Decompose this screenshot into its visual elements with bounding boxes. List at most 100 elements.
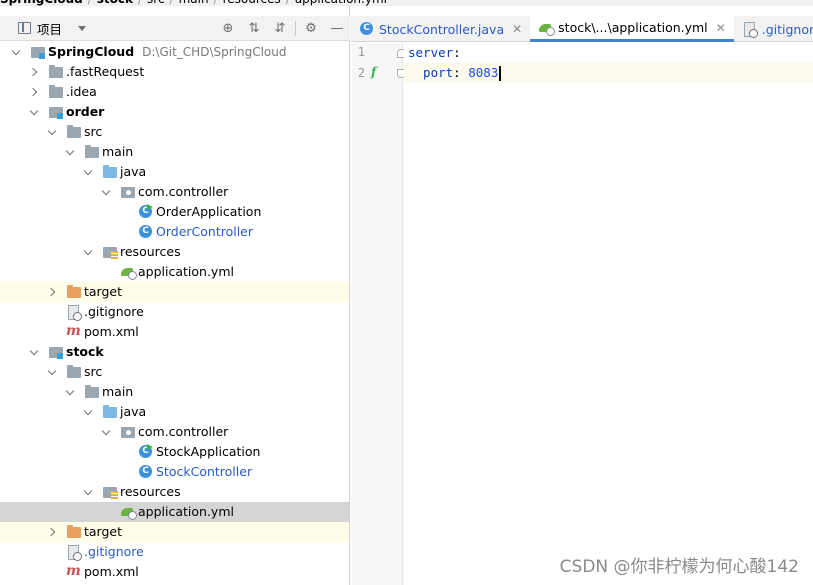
tree-item[interactable]: OrderApplication (0, 202, 349, 222)
chevron-down-icon[interactable] (84, 482, 94, 502)
module-folder-icon (48, 105, 64, 119)
source-folder-icon (102, 165, 118, 179)
tree-item-name: order (66, 104, 105, 119)
tree-item[interactable]: order (0, 102, 349, 122)
tree-item[interactable]: com.controller (0, 422, 349, 442)
tree-item-name: pom.xml (84, 564, 139, 579)
chevron-down-icon[interactable] (12, 42, 22, 62)
tree-item-name: main (102, 384, 134, 399)
close-icon[interactable]: ✕ (512, 22, 522, 36)
tree-item-name: application.yml (138, 504, 234, 519)
folder-icon (66, 125, 82, 139)
project-panel-title[interactable]: 项目 (37, 19, 62, 38)
tree-item[interactable]: resources (0, 242, 349, 262)
package-icon (120, 185, 136, 199)
tree-item-name: .idea (66, 84, 97, 99)
chevron-down-icon[interactable] (102, 182, 112, 202)
tree-item[interactable]: com.controller (0, 182, 349, 202)
tree-item[interactable]: src (0, 122, 349, 142)
close-icon[interactable]: ✕ (716, 21, 726, 35)
tree-item[interactable]: java (0, 402, 349, 422)
chevron-down-icon[interactable] (48, 122, 58, 142)
code-line[interactable]: port: 8083 (404, 63, 813, 83)
tree-item-label: OrderApplication (156, 202, 261, 222)
yaml-colon: : (453, 45, 461, 60)
tree-item-label: src (84, 362, 102, 382)
chevron-down-icon[interactable] (66, 142, 76, 162)
editor-tab[interactable]: StockController.java ✕ (351, 16, 530, 42)
tree-item[interactable]: stock (0, 342, 349, 362)
tree-item[interactable]: StockApplication (0, 442, 349, 462)
editor-gutter: 1 2 f (351, 43, 406, 585)
tree-item[interactable]: target (0, 282, 349, 302)
text-caret (499, 66, 501, 81)
chevron-right-icon[interactable] (30, 62, 40, 82)
tree-item-name: target (84, 284, 123, 299)
project-view-icon (18, 22, 31, 34)
tree-item-name: src (84, 124, 103, 139)
tree-item[interactable]: java (0, 162, 349, 182)
class-icon (359, 22, 375, 36)
tree-item[interactable]: m pom.xml (0, 562, 349, 582)
editor-tab[interactable]: stock\...\application.yml ✕ (530, 16, 734, 42)
folder-icon (48, 65, 64, 79)
chevron-down-icon[interactable] (78, 25, 87, 31)
tree-item[interactable]: .idea (0, 82, 349, 102)
tree-item[interactable]: .gitignore (0, 542, 349, 562)
tree-item[interactable]: .gitignore (0, 302, 349, 322)
gitignore-icon (66, 545, 82, 561)
tree-item[interactable]: src (0, 362, 349, 382)
tree-item-label: StockApplication (156, 442, 260, 462)
tree-item-label: resources (120, 242, 181, 262)
chevron-down-icon[interactable] (84, 162, 94, 182)
tree-item[interactable]: resources (0, 482, 349, 502)
chevron-down-icon[interactable] (66, 382, 76, 402)
excluded-folder-icon (66, 525, 82, 539)
gitignore-icon (66, 305, 82, 321)
chevron-down-icon[interactable] (84, 242, 94, 262)
tree-item-label: .gitignore (84, 542, 144, 562)
chevron-right-icon[interactable] (30, 82, 40, 102)
chevron-down-icon[interactable] (30, 102, 40, 122)
tree-item-label: target (84, 522, 122, 542)
tree-item-name: OrderController (156, 224, 254, 239)
gear-icon[interactable]: ⚙ (298, 16, 324, 41)
toolbar-divider (295, 21, 296, 36)
minimize-icon[interactable]: — (324, 16, 350, 41)
tree-item[interactable]: application.yml (0, 262, 349, 282)
tree-item[interactable]: SpringCloud D:\Git_CHD\SpringCloud (0, 42, 349, 62)
tree-item-name: resources (120, 244, 181, 259)
chevron-right-icon[interactable] (48, 522, 58, 542)
tree-item[interactable]: StockController (0, 462, 349, 482)
tree-item-label: com.controller (138, 422, 228, 442)
chevron-down-icon[interactable] (84, 402, 94, 422)
tree-item-label: OrderController (156, 222, 253, 242)
tree-item[interactable]: application.yml (0, 502, 349, 522)
crosshair-icon[interactable]: ⊕ (215, 16, 241, 41)
tree-item-name: src (84, 364, 103, 379)
tree-item[interactable]: target (0, 522, 349, 542)
chevron-down-icon[interactable] (48, 362, 58, 382)
chevron-down-icon[interactable] (30, 342, 40, 362)
tree-item-name: StockController (156, 464, 253, 479)
tree-item[interactable]: main (0, 142, 349, 162)
code-editor[interactable]: server: port: 8083 (404, 43, 813, 585)
expand-all-icon[interactable]: ⇅ (241, 16, 267, 41)
tree-item-label: src (84, 122, 102, 142)
code-line[interactable]: server: (404, 43, 813, 63)
collapse-all-icon[interactable]: ⇵ (267, 16, 293, 41)
chevron-down-icon[interactable] (102, 422, 112, 442)
tree-item[interactable]: main (0, 382, 349, 402)
yaml-colon: : (453, 65, 469, 80)
tree-item-label: main (102, 382, 133, 402)
module-folder-icon (30, 45, 46, 59)
tree-item-label: java (120, 402, 146, 422)
chevron-right-icon[interactable] (48, 282, 58, 302)
tree-item[interactable]: OrderController (0, 222, 349, 242)
tree-item-name: java (120, 404, 147, 419)
tree-item[interactable]: m pom.xml (0, 322, 349, 342)
spring-boot-icon[interactable]: f (371, 65, 376, 79)
class-icon (138, 225, 154, 239)
tree-item[interactable]: .fastRequest (0, 62, 349, 82)
editor-tab[interactable]: .gitignore✕ (734, 16, 813, 42)
